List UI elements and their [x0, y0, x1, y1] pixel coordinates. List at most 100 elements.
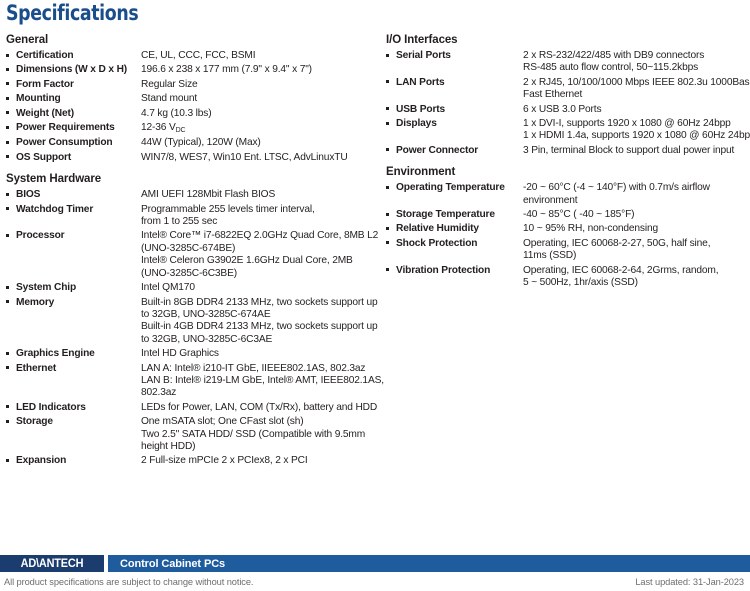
spec-value: 196.6 x 238 x 177 mm (7.9" x 9.4" x 7") [141, 63, 380, 76]
spec-value: CE, UL, CCC, FCC, BSMI [141, 49, 380, 62]
spec-label: Power Connector [396, 144, 479, 156]
advantech-logo-text: AD\ANTECH [20, 557, 84, 570]
spec-value-line: LAN A: Intel® i210-IT GbE, IIEEE802.1AS,… [141, 362, 366, 374]
last-updated-text: Last updated: 31-Jan-2023 [635, 576, 744, 587]
spec-row: Power Connector 3 Pin, terminal Block to … [386, 144, 750, 157]
spec-value: Programmable 255 levels timer interval, f… [141, 203, 380, 229]
spec-row: Ethernet LAN A: Intel® i210-IT GbE, IIEEE… [6, 362, 384, 400]
bullet-icon [6, 63, 16, 71]
spec-value-line: Operating, IEC 60068-2-27, 50G, half sin… [523, 237, 711, 249]
bullet-icon [386, 144, 396, 152]
spec-value: Stand mount [141, 92, 380, 105]
spec-label: Serial Ports [396, 50, 451, 61]
spec-row: LED Indicators LEDs for Power, LAN, COM (… [6, 401, 380, 414]
spec-label: Processor [16, 230, 65, 242]
spec-value: 2 x RJ45, 10/100/1000 Mbps IEEE 802.3u 1… [523, 76, 750, 102]
spec-label: Shock Protection [396, 237, 478, 249]
spec-label: Weight (Net) [16, 107, 74, 119]
spec-row: Serial Ports 2 x RS-232/422/485 with DB9 … [386, 49, 750, 75]
spec-group: I/O Interfaces Serial Ports 2 x RS-232/422… [386, 34, 750, 157]
bullet-icon [6, 296, 16, 303]
spec-value-line: environment [523, 194, 578, 206]
left-column: General Certification CE, UL, CCC, FCC, BS… [0, 34, 384, 477]
spec-label: Relative Humidity [396, 223, 479, 235]
advantech-logo: AD\ANTECH [0, 555, 104, 572]
spec-value: Built-in 8GB DDR4 2133 MHz, two sockets … [141, 296, 380, 347]
footer: AD\ANTECH Control Cabinet PCs All produc… [0, 555, 750, 591]
bullet-icon [386, 117, 396, 125]
spec-row: Vibration Protection Operating, IEC 60068… [386, 264, 750, 290]
spec-value-line: WIN7/8, WES7, Win10 Ent. LTSC, AdvLinuxT… [141, 151, 348, 163]
spec-label: Certification [16, 50, 74, 61]
spec-value-line: Operating, IEC 60068-2-64, 2Grms, random… [523, 264, 719, 276]
spec-label: Dimensions (W x D x H) [16, 64, 128, 76]
bullet-icon [386, 237, 396, 245]
spec-value: Regular Size [141, 78, 380, 91]
spec-group: Environment Operating Temperature -20 ~ 60… [386, 166, 750, 289]
spec-value-line: height HDD) [141, 440, 196, 452]
spec-label: Memory [16, 296, 55, 308]
spec-value: -40 ~ 85°C ( -40 ~ 185°F) [523, 208, 750, 221]
spec-row: Processor Intel® Core™ i7-6822EQ 2.0GHz Q… [6, 229, 380, 280]
spec-value-line: 44W (Typical), 120W (Max) [141, 137, 261, 149]
spec-label: Storage Temperature [396, 209, 495, 221]
spec-value-line: Programmable 255 levels timer interval, [141, 203, 315, 215]
spec-value: 6 x USB 3.0 Ports [523, 103, 750, 116]
spec-row: Mounting Stand mount [6, 92, 380, 105]
spec-label: LED Indicators [16, 401, 86, 413]
spec-value-line: Fast Ethernet [523, 89, 583, 101]
spec-value-line: Intel® Core™ i7-6822EQ 2.0GHz Quad Core,… [141, 230, 379, 242]
spec-group-title: Environment [386, 166, 456, 179]
spec-label: BIOS [16, 189, 41, 201]
bullet-icon [6, 454, 16, 462]
spec-value-line: LAN B: Intel® i219-LM GbE, Intel® AMT, I… [141, 374, 384, 386]
spec-row: Relative Humidity 10 ~ 95% RH, non-conden… [386, 222, 750, 235]
spec-value: Operating, IEC 60068-2-64, 2Grms, random… [523, 264, 750, 290]
spec-label: USB Ports [396, 103, 446, 115]
spec-value: 1 x DVI-I, supports 1920 x 1080 @ 60Hz 2… [523, 117, 750, 143]
spec-label: Expansion [16, 455, 67, 467]
bullet-icon [6, 136, 16, 144]
bullet-icon [6, 121, 16, 129]
spec-value-line: 1 x DVI-I, supports 1920 x 1080 @ 60Hz 2… [523, 118, 731, 130]
spec-value: Operating, IEC 60068-2-27, 50G, half sin… [523, 237, 750, 263]
bullet-icon [386, 222, 396, 230]
spec-value-line: RS-485 auto flow control, 50~115.2kbps [523, 62, 699, 74]
spec-label: Displays [396, 118, 437, 130]
bullet-icon [6, 401, 16, 409]
spec-value: Intel QM170 [141, 281, 380, 294]
spec-value-line: from 1 to 255 sec [141, 216, 218, 228]
product-line-bar: Control Cabinet PCs [108, 555, 750, 572]
bullet-icon [6, 78, 16, 86]
specification-columns: General Certification CE, UL, CCC, FCC, BS… [0, 34, 750, 477]
footer-note: All product specifications are subject t… [0, 572, 750, 591]
spec-value: 3 Pin, terminal Block to support dual po… [523, 144, 750, 157]
spec-group-title: General [6, 34, 49, 46]
bullet-icon [386, 76, 396, 84]
spec-label: System Chip [16, 282, 77, 294]
spec-row: Form Factor Regular Size [6, 78, 380, 91]
bullet-icon [386, 49, 396, 57]
spec-value: Intel HD Graphics [141, 347, 380, 360]
spec-value: 2 Full-size mPCIe 2 x PCIex8, 2 x PCI [141, 454, 380, 467]
spec-value: 10 ~ 95% RH, non-condensing [523, 222, 750, 235]
spec-value: LEDs for Power, LAN, COM (Tx/Rx), batter… [141, 401, 380, 414]
spec-value-line: 4.7 kg (10.3 lbs) [141, 107, 212, 119]
bullet-icon [6, 203, 16, 211]
spec-value: -20 ~ 60°C (-4 ~ 140°F) with 0.7m/s airf… [523, 181, 750, 207]
spec-value: 12-36 VDC [141, 121, 380, 135]
bullet-icon [6, 49, 16, 57]
spec-row: Shock Protection Operating, IEC 60068-2-2… [386, 237, 750, 263]
spec-value: Intel® Core™ i7-6822EQ 2.0GHz Quad Core,… [141, 229, 380, 280]
bullet-icon [386, 208, 396, 216]
spec-value-line: 11ms (SSD) [523, 250, 577, 262]
spec-value-line: 2 Full-size mPCIe 2 x PCIex8, 2 x PCI [141, 455, 308, 467]
spec-value-line: Two 2.5" SATA HDD/ SSD (Compatible with … [141, 428, 366, 440]
spec-row: Weight (Net) 4.7 kg (10.3 lbs) [6, 107, 380, 120]
spec-row: LAN Ports 2 x RJ45, 10/100/1000 Mbps IEEE… [386, 76, 750, 102]
spec-value-line: 3 Pin, terminal Block to support dual po… [523, 144, 735, 156]
spec-value-line: 802.3az [141, 387, 177, 399]
spec-value-line: to 32GB, UNO-3285C-674AE [141, 308, 271, 320]
spec-label: Vibration Protection [396, 264, 491, 276]
spec-label: OS Support [16, 151, 72, 163]
